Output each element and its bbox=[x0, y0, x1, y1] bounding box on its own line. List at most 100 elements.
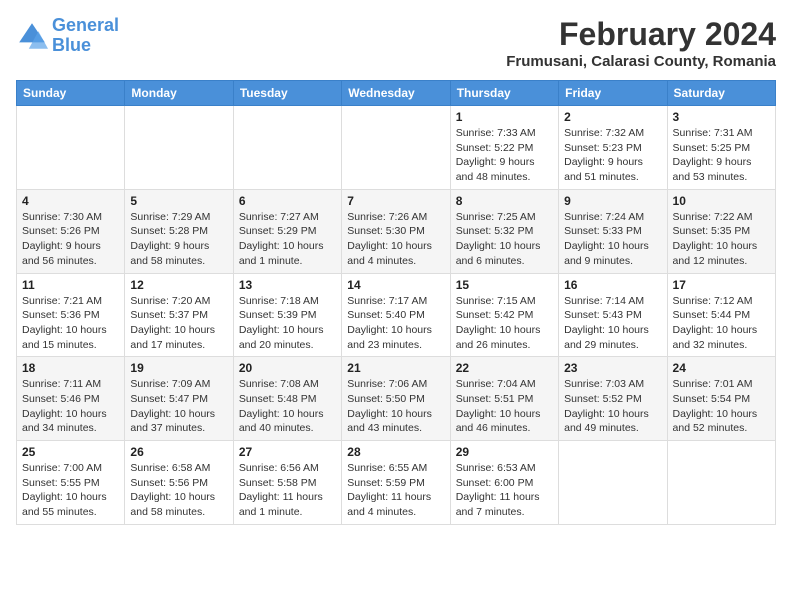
calendar-week-5: 25 Sunrise: 7:00 AMSunset: 5:55 PMDayligh… bbox=[17, 441, 776, 525]
calendar-cell: 5 Sunrise: 7:29 AMSunset: 5:28 PMDaylight… bbox=[125, 189, 233, 273]
calendar-cell: 20 Sunrise: 7:08 AMSunset: 5:48 PMDayligh… bbox=[233, 357, 341, 441]
calendar-cell: 25 Sunrise: 7:00 AMSunset: 5:55 PMDayligh… bbox=[17, 441, 125, 525]
day-header-saturday: Saturday bbox=[667, 81, 775, 106]
day-info: Sunrise: 7:15 AMSunset: 5:42 PMDaylight:… bbox=[456, 294, 553, 353]
day-number: 18 bbox=[22, 361, 119, 375]
calendar-cell bbox=[559, 441, 667, 525]
day-number: 25 bbox=[22, 445, 119, 459]
day-number: 2 bbox=[564, 110, 661, 124]
day-header-tuesday: Tuesday bbox=[233, 81, 341, 106]
day-number: 19 bbox=[130, 361, 227, 375]
day-info: Sunrise: 6:55 AMSunset: 5:59 PMDaylight:… bbox=[347, 461, 444, 520]
calendar-cell: 6 Sunrise: 7:27 AMSunset: 5:29 PMDaylight… bbox=[233, 189, 341, 273]
day-number: 14 bbox=[347, 278, 444, 292]
day-info: Sunrise: 7:33 AMSunset: 5:22 PMDaylight:… bbox=[456, 126, 553, 185]
day-info: Sunrise: 7:31 AMSunset: 5:25 PMDaylight:… bbox=[673, 126, 770, 185]
day-number: 12 bbox=[130, 278, 227, 292]
day-info: Sunrise: 7:20 AMSunset: 5:37 PMDaylight:… bbox=[130, 294, 227, 353]
calendar-cell: 15 Sunrise: 7:15 AMSunset: 5:42 PMDayligh… bbox=[450, 273, 558, 357]
day-number: 8 bbox=[456, 194, 553, 208]
calendar-cell: 16 Sunrise: 7:14 AMSunset: 5:43 PMDayligh… bbox=[559, 273, 667, 357]
calendar-cell: 28 Sunrise: 6:55 AMSunset: 5:59 PMDayligh… bbox=[342, 441, 450, 525]
logo-icon bbox=[16, 20, 48, 52]
day-number: 15 bbox=[456, 278, 553, 292]
calendar-cell: 1Sunrise: 7:33 AMSunset: 5:22 PMDaylight… bbox=[450, 106, 558, 190]
day-number: 6 bbox=[239, 194, 336, 208]
day-number: 9 bbox=[564, 194, 661, 208]
day-header-sunday: Sunday bbox=[17, 81, 125, 106]
calendar-cell: 2 Sunrise: 7:32 AMSunset: 5:23 PMDaylight… bbox=[559, 106, 667, 190]
day-number: 16 bbox=[564, 278, 661, 292]
day-number: 5 bbox=[130, 194, 227, 208]
day-info: Sunrise: 7:27 AMSunset: 5:29 PMDaylight:… bbox=[239, 210, 336, 269]
calendar-cell: 27Sunrise: 6:56 AMSunset: 5:58 PMDayligh… bbox=[233, 441, 341, 525]
day-number: 23 bbox=[564, 361, 661, 375]
day-info: Sunrise: 7:18 AMSunset: 5:39 PMDaylight:… bbox=[239, 294, 336, 353]
day-number: 29 bbox=[456, 445, 553, 459]
calendar-week-4: 18 Sunrise: 7:11 AMSunset: 5:46 PMDayligh… bbox=[17, 357, 776, 441]
title-block: February 2024 Frumusani, Calarasi County… bbox=[506, 16, 776, 70]
day-number: 26 bbox=[130, 445, 227, 459]
day-number: 10 bbox=[673, 194, 770, 208]
day-number: 3 bbox=[673, 110, 770, 124]
calendar-cell: 24 Sunrise: 7:01 AMSunset: 5:54 PMDayligh… bbox=[667, 357, 775, 441]
calendar-cell bbox=[233, 106, 341, 190]
day-info: Sunrise: 7:00 AMSunset: 5:55 PMDaylight:… bbox=[22, 461, 119, 520]
day-header-friday: Friday bbox=[559, 81, 667, 106]
calendar-cell: 10Sunrise: 7:22 AMSunset: 5:35 PMDayligh… bbox=[667, 189, 775, 273]
day-info: Sunrise: 7:08 AMSunset: 5:48 PMDaylight:… bbox=[239, 377, 336, 436]
calendar-cell bbox=[342, 106, 450, 190]
day-info: Sunrise: 7:14 AMSunset: 5:43 PMDaylight:… bbox=[564, 294, 661, 353]
day-number: 11 bbox=[22, 278, 119, 292]
calendar-cell bbox=[17, 106, 125, 190]
calendar-week-3: 11 Sunrise: 7:21 AMSunset: 5:36 PMDayligh… bbox=[17, 273, 776, 357]
calendar-week-2: 4 Sunrise: 7:30 AMSunset: 5:26 PMDaylight… bbox=[17, 189, 776, 273]
day-number: 28 bbox=[347, 445, 444, 459]
calendar-cell: 12 Sunrise: 7:20 AMSunset: 5:37 PMDayligh… bbox=[125, 273, 233, 357]
calendar-cell: 8 Sunrise: 7:25 AMSunset: 5:32 PMDaylight… bbox=[450, 189, 558, 273]
day-info: Sunrise: 7:32 AMSunset: 5:23 PMDaylight:… bbox=[564, 126, 661, 185]
day-number: 4 bbox=[22, 194, 119, 208]
day-info: Sunrise: 7:11 AMSunset: 5:46 PMDaylight:… bbox=[22, 377, 119, 436]
day-info: Sunrise: 6:53 AMSunset: 6:00 PMDaylight:… bbox=[456, 461, 553, 520]
day-info: Sunrise: 7:09 AMSunset: 5:47 PMDaylight:… bbox=[130, 377, 227, 436]
day-info: Sunrise: 7:01 AMSunset: 5:54 PMDaylight:… bbox=[673, 377, 770, 436]
day-info: Sunrise: 7:29 AMSunset: 5:28 PMDaylight:… bbox=[130, 210, 227, 269]
calendar-cell: 29 Sunrise: 6:53 AMSunset: 6:00 PMDayligh… bbox=[450, 441, 558, 525]
calendar-cell: 18 Sunrise: 7:11 AMSunset: 5:46 PMDayligh… bbox=[17, 357, 125, 441]
calendar-cell bbox=[125, 106, 233, 190]
calendar-cell: 14Sunrise: 7:17 AMSunset: 5:40 PMDayligh… bbox=[342, 273, 450, 357]
calendar-table: SundayMondayTuesdayWednesdayThursdayFrid… bbox=[16, 80, 776, 525]
calendar-week-1: 1Sunrise: 7:33 AMSunset: 5:22 PMDaylight… bbox=[17, 106, 776, 190]
calendar-header-row: SundayMondayTuesdayWednesdayThursdayFrid… bbox=[17, 81, 776, 106]
day-number: 24 bbox=[673, 361, 770, 375]
day-info: Sunrise: 7:25 AMSunset: 5:32 PMDaylight:… bbox=[456, 210, 553, 269]
day-info: Sunrise: 7:06 AMSunset: 5:50 PMDaylight:… bbox=[347, 377, 444, 436]
day-info: Sunrise: 7:12 AMSunset: 5:44 PMDaylight:… bbox=[673, 294, 770, 353]
day-header-thursday: Thursday bbox=[450, 81, 558, 106]
calendar-cell: 9 Sunrise: 7:24 AMSunset: 5:33 PMDaylight… bbox=[559, 189, 667, 273]
calendar-cell: 21 Sunrise: 7:06 AMSunset: 5:50 PMDayligh… bbox=[342, 357, 450, 441]
calendar-cell: 23 Sunrise: 7:03 AMSunset: 5:52 PMDayligh… bbox=[559, 357, 667, 441]
day-info: Sunrise: 7:04 AMSunset: 5:51 PMDaylight:… bbox=[456, 377, 553, 436]
calendar-cell: 19 Sunrise: 7:09 AMSunset: 5:47 PMDayligh… bbox=[125, 357, 233, 441]
day-number: 20 bbox=[239, 361, 336, 375]
calendar-cell: 4 Sunrise: 7:30 AMSunset: 5:26 PMDaylight… bbox=[17, 189, 125, 273]
day-info: Sunrise: 6:56 AMSunset: 5:58 PMDaylight:… bbox=[239, 461, 336, 520]
day-number: 13 bbox=[239, 278, 336, 292]
day-info: Sunrise: 7:03 AMSunset: 5:52 PMDaylight:… bbox=[564, 377, 661, 436]
calendar-cell: 3 Sunrise: 7:31 AMSunset: 5:25 PMDaylight… bbox=[667, 106, 775, 190]
day-info: Sunrise: 7:26 AMSunset: 5:30 PMDaylight:… bbox=[347, 210, 444, 269]
calendar-cell: 7Sunrise: 7:26 AMSunset: 5:30 PMDaylight… bbox=[342, 189, 450, 273]
day-number: 22 bbox=[456, 361, 553, 375]
day-info: Sunrise: 7:30 AMSunset: 5:26 PMDaylight:… bbox=[22, 210, 119, 269]
logo-line2: Blue bbox=[52, 35, 91, 55]
main-title: February 2024 bbox=[506, 16, 776, 53]
calendar-cell bbox=[667, 441, 775, 525]
day-info: Sunrise: 7:24 AMSunset: 5:33 PMDaylight:… bbox=[564, 210, 661, 269]
day-header-wednesday: Wednesday bbox=[342, 81, 450, 106]
day-number: 21 bbox=[347, 361, 444, 375]
page-header: General Blue February 2024 Frumusani, Ca… bbox=[16, 16, 776, 70]
day-info: Sunrise: 7:21 AMSunset: 5:36 PMDaylight:… bbox=[22, 294, 119, 353]
logo: General Blue bbox=[16, 16, 119, 56]
